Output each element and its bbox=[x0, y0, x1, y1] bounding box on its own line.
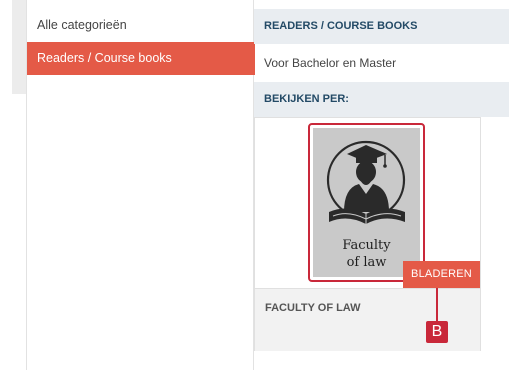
sidebar-item-all-categories[interactable]: Alle categorieën bbox=[27, 9, 255, 42]
category-sidebar: Alle categorieën Readers / Course books bbox=[26, 0, 255, 370]
image-caption-line1: Faculty bbox=[342, 238, 391, 253]
view-by-header: BEKIJKEN PER: bbox=[254, 82, 509, 117]
faculty-image[interactable]: Faculty of law bbox=[308, 123, 425, 282]
sidebar-item-readers-course-books[interactable]: Readers / Course books bbox=[27, 42, 255, 75]
card-title[interactable]: FACULTY OF LAW bbox=[265, 302, 361, 314]
left-strip bbox=[12, 0, 26, 94]
faculty-card: Faculty of law BLADEREN FACULTY OF LAW B bbox=[254, 117, 481, 351]
browse-button[interactable]: BLADEREN bbox=[403, 261, 480, 288]
section-subtitle: Voor Bachelor en Master bbox=[264, 56, 397, 70]
faculty-image-inner: Faculty of law bbox=[313, 128, 420, 277]
callout-line bbox=[436, 288, 438, 321]
main-content: READERS / COURSE BOOKS Voor Bachelor en … bbox=[254, 0, 509, 370]
section-header: READERS / COURSE BOOKS bbox=[254, 9, 509, 44]
callout-badge: B bbox=[426, 321, 448, 343]
